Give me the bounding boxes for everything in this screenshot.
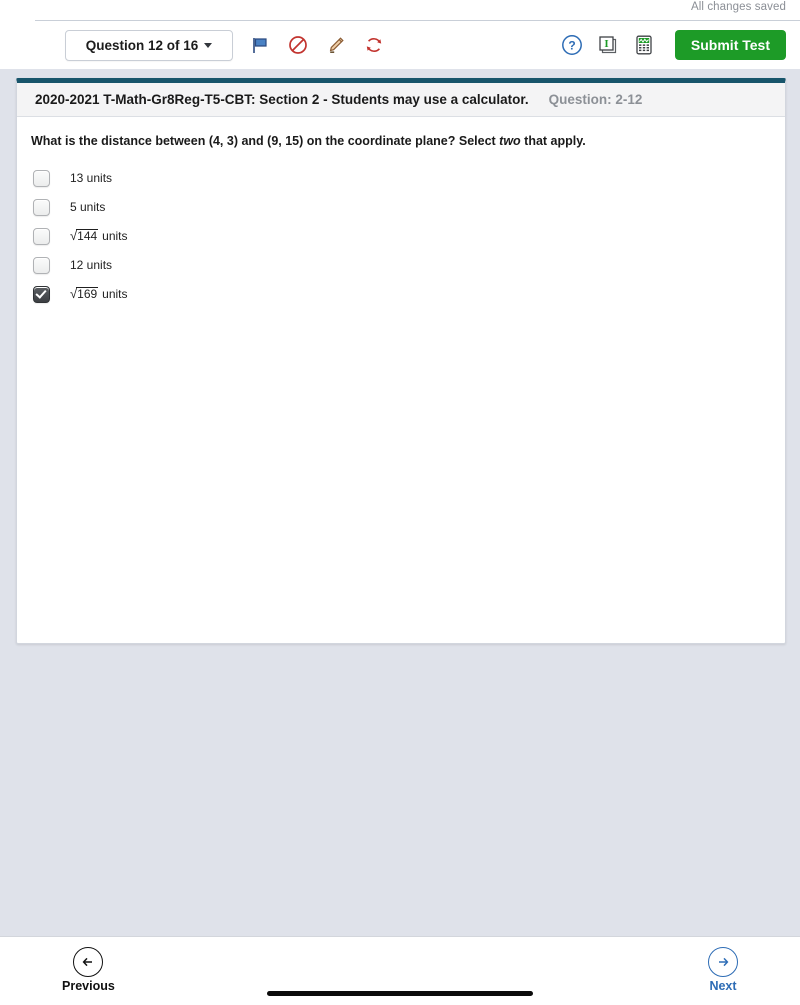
- answer-option[interactable]: 5 units: [31, 193, 771, 222]
- question-stem: What is the distance between (4, 3) and …: [31, 133, 771, 150]
- checkbox-checked[interactable]: [33, 285, 50, 303]
- checkbox-unchecked[interactable]: [33, 256, 50, 274]
- question-card: 2020-2021 T-Math-Gr8Reg-T5-CBT: Section …: [16, 78, 786, 644]
- svg-text:?: ?: [568, 38, 575, 52]
- reset-icon[interactable]: [361, 32, 387, 58]
- question-nav-dropdown[interactable]: Question 12 of 16: [65, 29, 233, 61]
- question-stem-emphasis: two: [499, 134, 521, 148]
- status-strip: All changes saved: [0, 0, 800, 21]
- answer-option-label: 13 units: [70, 171, 112, 185]
- bottom-navigation: Previous Next: [0, 936, 800, 1005]
- arrow-right-icon: [708, 947, 738, 977]
- answer-option-label: 12 units: [70, 258, 112, 272]
- tool-icon-group: [247, 32, 387, 58]
- previous-button[interactable]: Previous: [62, 947, 115, 993]
- submit-test-button[interactable]: Submit Test: [674, 30, 786, 60]
- question-stem-after: that apply.: [520, 134, 586, 148]
- checkbox-unchecked[interactable]: [33, 169, 50, 187]
- answer-option-text: 13 units: [70, 171, 113, 186]
- test-title: 2020-2021 T-Math-Gr8Reg-T5-CBT: Section …: [35, 92, 529, 107]
- answer-option-text: 5 units: [70, 200, 106, 215]
- next-label: Next: [709, 979, 737, 993]
- unit-label: units: [102, 228, 128, 243]
- question-nav-label: Question 12 of 16: [85, 37, 199, 53]
- answer-option[interactable]: √ 169 units: [31, 280, 771, 309]
- answer-option-text: 12 units: [70, 258, 113, 273]
- question-body: What is the distance between (4, 3) and …: [17, 117, 785, 309]
- answer-option[interactable]: 12 units: [31, 251, 771, 280]
- question-number-label: Question: 2-12: [548, 92, 643, 107]
- home-indicator: [267, 991, 533, 996]
- checkbox-unchecked[interactable]: [33, 227, 50, 245]
- answer-option[interactable]: 13 units: [31, 164, 771, 193]
- toolbar: Question 12 of 16 ? I Submit Test: [0, 21, 800, 69]
- answer-option[interactable]: √ 144 units: [31, 222, 771, 251]
- eliminate-choice-icon[interactable]: [285, 32, 311, 58]
- highlighter-icon[interactable]: [323, 32, 349, 58]
- answer-option-label: √ 169 units: [70, 286, 128, 302]
- flag-icon[interactable]: [247, 32, 273, 58]
- answer-option-label: √ 144 units: [70, 228, 128, 244]
- calculator-icon[interactable]: [631, 32, 657, 58]
- square-root-icon: √ 144: [70, 228, 99, 244]
- next-button[interactable]: Next: [708, 947, 738, 993]
- answer-option-label: 5 units: [70, 200, 105, 214]
- chevron-down-icon: [204, 42, 213, 48]
- utility-icon-group: ? I Submit Test: [559, 30, 786, 60]
- content-stage: 2020-2021 T-Math-Gr8Reg-T5-CBT: Section …: [0, 69, 800, 937]
- unit-label: units: [102, 286, 128, 301]
- radicand: 144: [76, 228, 99, 243]
- save-status-text: All changes saved: [690, 1, 786, 13]
- answer-options-list: 13 units 5 units √ 144 units 12 units √ 169 unit…: [31, 164, 771, 309]
- square-root-icon: √ 169: [70, 286, 99, 302]
- previous-label: Previous: [62, 979, 115, 993]
- question-stem-before: What is the distance between (4, 3) and …: [31, 134, 500, 148]
- checkbox-unchecked[interactable]: [33, 198, 50, 216]
- help-icon[interactable]: ?: [559, 32, 585, 58]
- notepad-icon[interactable]: I: [595, 32, 621, 58]
- question-card-header: 2020-2021 T-Math-Gr8Reg-T5-CBT: Section …: [17, 83, 785, 117]
- svg-text:I: I: [604, 38, 608, 50]
- radicand: 169: [76, 286, 99, 301]
- arrow-left-icon: [73, 947, 104, 977]
